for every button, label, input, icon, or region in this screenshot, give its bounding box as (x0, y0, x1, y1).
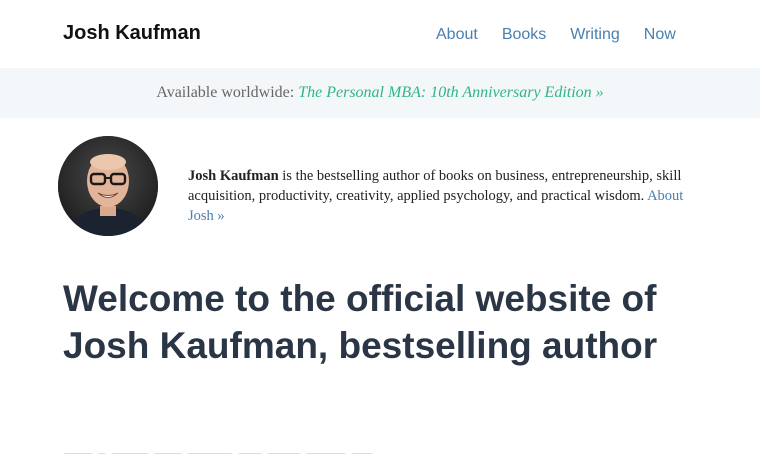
author-bio: Josh Kaufman is the bestselling author o… (188, 166, 708, 226)
nav-link-writing[interactable]: Writing (570, 26, 620, 44)
banner-book-link[interactable]: The Personal MBA: 10th Anniversary Editi… (298, 84, 603, 101)
site-title-link[interactable]: Josh Kaufman (63, 22, 201, 45)
banner-prefix: Available worldwide: (156, 84, 295, 101)
author-avatar (58, 136, 158, 236)
nav-link-about[interactable]: About (436, 26, 478, 44)
page-headline: Welcome to the official website of Josh … (63, 278, 658, 366)
main-nav: About Books Writing Now (436, 26, 700, 44)
cut-off-text-line (63, 446, 423, 454)
nav-link-now[interactable]: Now (644, 26, 676, 44)
bio-author-name: Josh Kaufman (188, 167, 279, 184)
announcement-banner: Available worldwide: The Personal MBA: 1… (0, 68, 760, 118)
site-header: Josh Kaufman About Books Writing Now (0, 0, 760, 68)
nav-link-books[interactable]: Books (502, 26, 546, 44)
